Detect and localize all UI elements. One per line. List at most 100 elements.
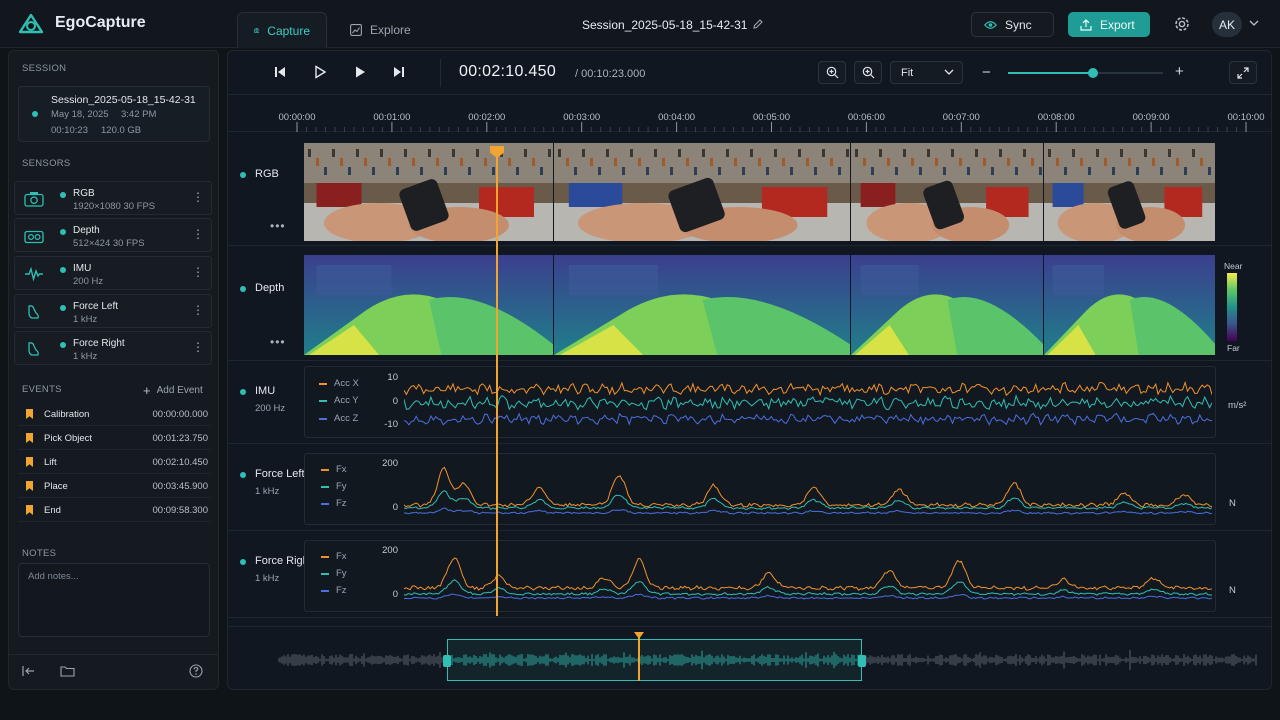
transport-bar: 00:02:10.450 / 00:10:23.000 Fit − + — [228, 51, 1271, 95]
zoom-in-button[interactable] — [854, 61, 882, 84]
more-options-icon[interactable]: ••• — [270, 335, 286, 349]
unit-label: N — [1229, 585, 1236, 596]
chevron-down-icon[interactable] — [1249, 20, 1259, 26]
unit-label: N — [1229, 498, 1236, 509]
overview-playhead[interactable] — [638, 635, 640, 681]
event-row[interactable]: Calibration 00:00:00.000 — [18, 403, 211, 426]
zoom-plus-button[interactable]: + — [1175, 63, 1184, 80]
sensor-card-depth[interactable]: Depth 512×424 30 FPS ⋮ — [14, 218, 212, 252]
depth-video-strip[interactable] — [304, 255, 1216, 355]
tab-explore-label: Explore — [370, 23, 411, 37]
track-depth: Depth ••• Near Far — [228, 247, 1271, 361]
session-card[interactable]: Session_2025-05-18_15-42-31 May 18, 2025… — [18, 86, 210, 142]
help-icon[interactable] — [189, 664, 203, 678]
sensor-name: Force Left — [73, 301, 119, 312]
track-name: Depth — [255, 282, 285, 294]
play-filled-icon[interactable] — [354, 65, 366, 79]
imu-series-acc-z — [404, 412, 1212, 426]
event-row[interactable]: Place 00:03:45.900 — [18, 475, 211, 498]
skip-forward-icon[interactable] — [393, 65, 405, 79]
notes-textarea[interactable]: Add notes... — [18, 563, 210, 637]
selection-left-handle[interactable] — [443, 655, 451, 667]
rgb-frame — [554, 143, 857, 241]
collapse-sidebar-icon[interactable] — [22, 665, 36, 677]
sensor-status-dot — [60, 342, 66, 348]
ruler-tick-label: 00:04:00 — [658, 112, 696, 123]
playhead-line[interactable] — [496, 146, 498, 616]
add-event-button[interactable]: + Add Event — [143, 383, 203, 398]
depth-frame — [304, 255, 555, 355]
sensor-detail: 512×424 30 FPS — [73, 238, 145, 249]
add-event-label: Add Event — [156, 385, 203, 396]
depth-camera-icon — [24, 230, 44, 244]
track-rate: 1 kHz — [255, 573, 280, 584]
fullscreen-button[interactable] — [1229, 61, 1257, 84]
overview-minimap[interactable] — [228, 626, 1271, 689]
event-time: 00:03:45.900 — [152, 481, 208, 492]
sensor-card-force-right[interactable]: Force Right 1 kHz ⋮ — [14, 331, 212, 365]
skip-back-icon[interactable] — [274, 65, 286, 79]
y-tick-label: -10 — [384, 419, 398, 430]
event-time: 00:00:00.000 — [152, 409, 208, 420]
legend-fx: Fx — [321, 464, 347, 475]
depth-frame — [851, 255, 1045, 355]
zoom-slider-fill — [1008, 72, 1093, 74]
folder-icon[interactable] — [60, 665, 75, 677]
kebab-menu-icon[interactable]: ⋮ — [192, 191, 204, 203]
session-card-date: May 18, 2025 — [51, 109, 109, 120]
sensor-card-rgb[interactable]: RGB 1920×1080 30 FPS ⋮ — [14, 181, 212, 215]
zoom-slider-thumb[interactable] — [1088, 68, 1098, 78]
legend-acc-x: Acc X — [319, 378, 359, 389]
rgb-video-strip[interactable] — [304, 143, 1216, 241]
tab-explore[interactable]: Explore — [334, 12, 427, 48]
legend-fz: Fz — [321, 498, 347, 509]
event-row[interactable]: Pick Object 00:01:23.750 — [18, 427, 211, 450]
track-status-dot — [240, 172, 246, 178]
y-tick-label: 200 — [382, 545, 398, 556]
sensor-card-force-left[interactable]: Force Left 1 kHz ⋮ — [14, 294, 212, 328]
event-row[interactable]: Lift 00:02:10.450 — [18, 451, 211, 474]
imu-series-acc-x — [404, 380, 1212, 397]
gear-icon[interactable] — [1173, 15, 1191, 33]
sensor-name: Force Right — [73, 338, 125, 349]
sensor-name: Depth — [73, 225, 100, 236]
bookmark-icon — [26, 505, 33, 515]
overview-playhead-handle[interactable] — [634, 632, 644, 639]
force-right-series-fx — [404, 557, 1212, 591]
sync-button[interactable]: Sync — [971, 12, 1054, 37]
event-name: Lift — [44, 457, 57, 468]
export-button[interactable]: Export — [1068, 12, 1150, 37]
sensor-card-imu[interactable]: IMU 200 Hz ⋮ — [14, 256, 212, 290]
kebab-menu-icon[interactable]: ⋮ — [192, 341, 204, 353]
more-options-icon[interactable]: ••• — [270, 219, 286, 233]
force-right-waveform — [404, 557, 1212, 600]
track-force-left: Force Left 1 kHz Fx Fy Fz 200 0 N — [228, 445, 1271, 531]
pencil-edit-icon[interactable] — [752, 18, 764, 30]
play-icon[interactable] — [314, 65, 326, 79]
plus-icon: + — [143, 383, 151, 398]
event-time: 00:02:10.450 — [152, 457, 208, 468]
time-ruler[interactable]: 00:00:00 00:01:00 00:02:00 00:03:00 00:04:00… — [228, 96, 1271, 132]
legend-fz: Fz — [321, 585, 347, 596]
unit-label: m/s² — [1228, 400, 1247, 411]
overview-selection-window[interactable] — [447, 639, 862, 681]
cloud-logo-icon — [18, 13, 44, 34]
kebab-menu-icon[interactable]: ⋮ — [192, 228, 204, 240]
session-title: Session_2025-05-18_15-42-31 — [582, 18, 748, 32]
selection-right-handle[interactable] — [858, 655, 866, 667]
event-name: Place — [44, 481, 68, 492]
sidebar: SESSION Session_2025-05-18_15-42-31 May … — [8, 50, 219, 690]
expand-icon — [1237, 66, 1249, 79]
zoom-minus-button[interactable]: − — [982, 64, 991, 81]
event-row[interactable]: End 00:09:58.300 — [18, 499, 211, 522]
avatar[interactable]: AK — [1212, 12, 1242, 37]
kebab-menu-icon[interactable]: ⋮ — [192, 304, 204, 316]
status-dot — [32, 111, 38, 117]
depth-scale-near: Near — [1224, 261, 1243, 271]
track-status-dot — [240, 389, 246, 395]
sensor-name: IMU — [73, 263, 92, 274]
zoom-fit-button[interactable] — [818, 61, 846, 84]
tab-capture[interactable]: Capture — [237, 12, 327, 48]
kebab-menu-icon[interactable]: ⋮ — [192, 266, 204, 278]
export-label: Export — [1100, 17, 1135, 32]
